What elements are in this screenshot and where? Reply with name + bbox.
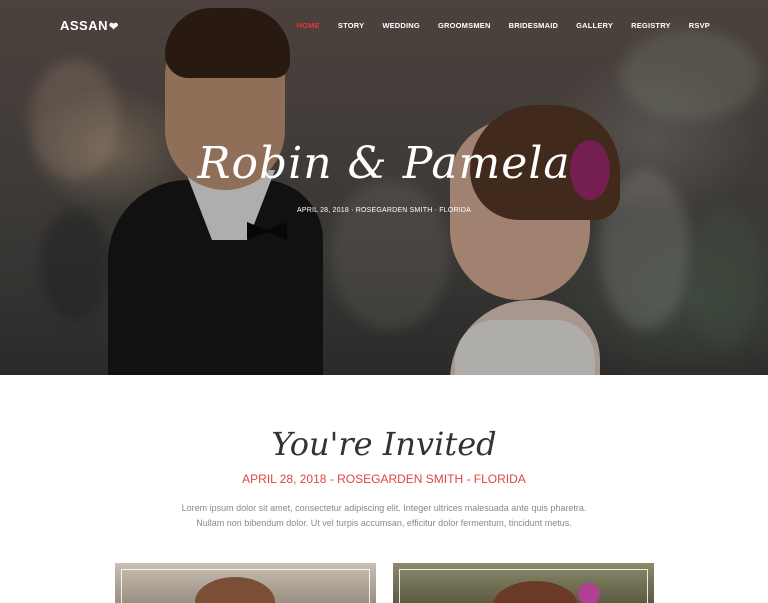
groom-photo-card — [115, 563, 376, 603]
nav-item-wedding[interactable]: WEDDING — [382, 21, 420, 30]
invitation-title: You're Invited — [271, 425, 497, 463]
invitation-section: You're Invited APRIL 28, 2018 - ROSEGARD… — [0, 375, 768, 603]
nav-item-bridesmaid[interactable]: BRIDESMAID — [509, 21, 559, 30]
hero-section: ASSAN❤ HOME STORY WEDDING GROOMSMEN BRID… — [0, 0, 768, 375]
nav-item-registry[interactable]: REGISTRY — [631, 21, 671, 30]
brand-name: ASSAN — [60, 18, 109, 33]
invitation-text: Lorem ipsum dolor sit amet, consectetur … — [181, 503, 587, 529]
top-navigation: ASSAN❤ HOME STORY WEDDING GROOMSMEN BRID… — [0, 0, 768, 50]
photo-frame — [399, 569, 648, 603]
nav-menu: HOME STORY WEDDING GROOMSMEN BRIDESMAID … — [297, 21, 710, 30]
nav-item-home[interactable]: HOME — [297, 21, 320, 30]
hero-title: Robin & Pamela — [197, 138, 571, 189]
heart-icon: ❤ — [109, 21, 119, 33]
photo-frame — [121, 569, 370, 603]
hero-subtitle: APRIL 28, 2018 · ROSEGARDEN SMITH · FLOR… — [296, 207, 472, 214]
bride-photo-card — [393, 563, 654, 603]
nav-item-rsvp[interactable]: RSVP — [689, 21, 710, 30]
invitation-date: APRIL 28, 2018 - ROSEGARDEN SMITH - FLOR… — [242, 472, 526, 486]
nav-item-groomsmen[interactable]: GROOMSMEN — [438, 21, 491, 30]
nav-item-gallery[interactable]: GALLERY — [576, 21, 613, 30]
nav-item-story[interactable]: STORY — [338, 21, 364, 30]
brand-logo[interactable]: ASSAN❤ — [60, 18, 119, 33]
